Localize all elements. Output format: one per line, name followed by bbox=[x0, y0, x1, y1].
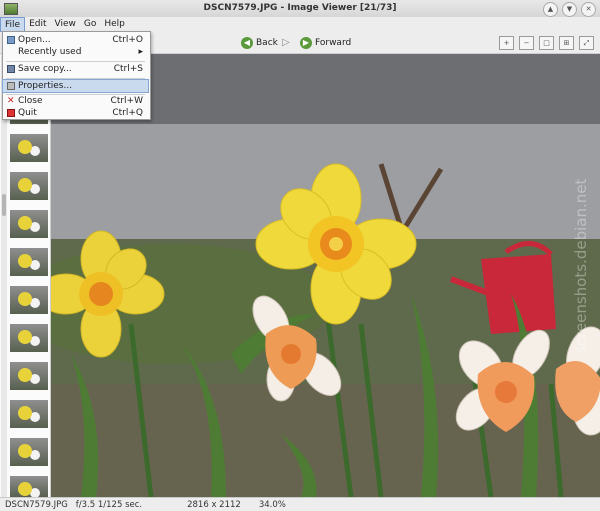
fullscreen-icon[interactable]: ⤢ bbox=[579, 36, 594, 50]
back-label: Back bbox=[256, 37, 278, 48]
zoom-tools: + − □ ⊞ ⤢ bbox=[499, 36, 594, 50]
quit-icon bbox=[7, 109, 15, 117]
menu-item-recently-used[interactable]: Recently used ▸ bbox=[3, 46, 148, 58]
status-bar: DSCN7579.JPG f/3.5 1/125 sec. 2816 x 211… bbox=[0, 497, 600, 511]
thumbnail[interactable] bbox=[10, 438, 48, 466]
play-icon: ▷ bbox=[282, 37, 290, 48]
thumbnail[interactable] bbox=[10, 134, 48, 162]
scroll-up-icon[interactable]: ▲ bbox=[543, 2, 558, 17]
status-dimensions: 2816 x 2112 bbox=[187, 499, 241, 510]
thumbnail[interactable] bbox=[10, 248, 48, 276]
status-filename: DSCN7579.JPG bbox=[5, 499, 68, 510]
thumbnail[interactable] bbox=[10, 324, 48, 352]
zoom-fit-icon[interactable]: □ bbox=[539, 36, 554, 50]
menu-bar: File Edit View Go Help bbox=[0, 17, 600, 32]
minimize-icon[interactable]: ▼ bbox=[562, 2, 577, 17]
image-display[interactable]: screenshots.debian.net bbox=[51, 54, 600, 497]
zoom-100-icon[interactable]: ⊞ bbox=[559, 36, 574, 50]
open-icon bbox=[7, 36, 15, 44]
menu-item-close[interactable]: ✕ Close Ctrl+W bbox=[3, 95, 148, 107]
window-controls: ▲ ▼ ✕ bbox=[543, 2, 596, 17]
forward-arrow-icon: ▶ bbox=[300, 36, 312, 49]
file-menu-dropdown: Open... Ctrl+O Recently used ▸ Save copy… bbox=[2, 31, 151, 120]
menu-separator bbox=[6, 78, 145, 79]
close-window-icon[interactable]: ✕ bbox=[581, 2, 596, 17]
menu-separator bbox=[6, 61, 145, 62]
menu-go[interactable]: Go bbox=[80, 17, 100, 32]
menu-help[interactable]: Help bbox=[100, 17, 129, 32]
close-icon: ✕ bbox=[7, 96, 15, 106]
forward-button[interactable]: ▶ Forward bbox=[300, 35, 351, 50]
menu-view[interactable]: View bbox=[51, 17, 80, 32]
scrollbar-thumb[interactable] bbox=[2, 194, 6, 216]
back-button[interactable]: ◀ Back bbox=[241, 35, 278, 50]
title-bar: DSCN7579.JPG - Image Viewer [21/73] ▲ ▼ … bbox=[0, 0, 600, 18]
thumbnail[interactable] bbox=[10, 362, 48, 390]
zoom-in-icon[interactable]: + bbox=[499, 36, 514, 50]
properties-icon bbox=[7, 82, 15, 90]
status-exposure: f/3.5 1/125 sec. bbox=[75, 499, 143, 510]
thumbnail-scrollbar[interactable] bbox=[1, 54, 7, 497]
slideshow-button[interactable]: ▷ bbox=[282, 35, 290, 50]
zoom-out-icon[interactable]: − bbox=[519, 36, 534, 50]
watermark-text: screenshots.debian.net bbox=[572, 179, 590, 354]
window-title: DSCN7579.JPG - Image Viewer [21/73] bbox=[203, 3, 397, 13]
menu-item-properties[interactable]: Properties... bbox=[2, 79, 149, 93]
forward-label: Forward bbox=[315, 37, 352, 48]
thumbnail[interactable] bbox=[10, 400, 48, 428]
status-zoom: 34.0% bbox=[258, 499, 286, 510]
thumbnail[interactable] bbox=[10, 172, 48, 200]
menu-item-save-copy[interactable]: Save copy... Ctrl+S bbox=[3, 63, 148, 75]
photo-daffodils: screenshots.debian.net bbox=[51, 54, 600, 497]
menu-item-open[interactable]: Open... Ctrl+O bbox=[3, 34, 148, 46]
back-arrow-icon: ◀ bbox=[241, 36, 253, 49]
thumbnail-strip[interactable] bbox=[0, 54, 51, 497]
menu-item-quit[interactable]: Quit Ctrl+Q bbox=[3, 107, 148, 119]
thumbnail[interactable] bbox=[10, 210, 48, 238]
menu-edit[interactable]: Edit bbox=[25, 17, 50, 32]
thumbnail[interactable] bbox=[10, 286, 48, 314]
save-icon bbox=[7, 65, 15, 73]
thumbnail[interactable] bbox=[10, 476, 48, 497]
main-area: screenshots.debian.net bbox=[0, 54, 600, 497]
menu-file[interactable]: File bbox=[0, 17, 26, 32]
submenu-arrow-icon: ▸ bbox=[138, 47, 143, 57]
